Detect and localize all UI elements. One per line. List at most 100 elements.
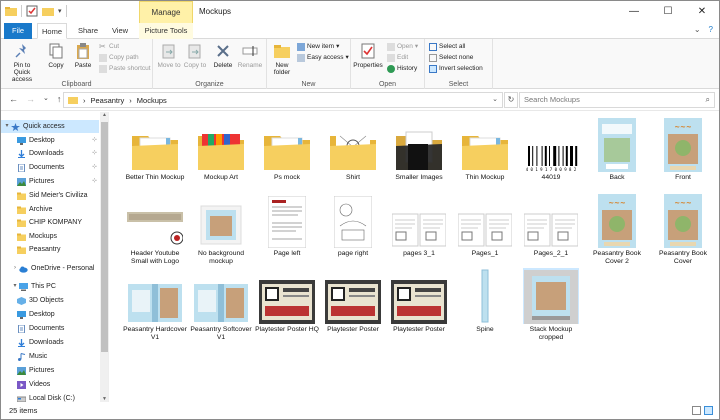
- select-all-button[interactable]: Select all: [429, 42, 465, 52]
- sidebar-item[interactable]: ▾ This PC: [1, 280, 99, 293]
- breadcrumb-item[interactable]: Mockups: [137, 96, 167, 105]
- sidebar-item[interactable]: Documents ⊹: [1, 161, 99, 174]
- close-button[interactable]: ✕: [685, 1, 719, 23]
- back-arrow-icon[interactable]: ←: [9, 94, 18, 104]
- chevron-icon[interactable]: ▾: [3, 120, 11, 133]
- chevron-down-icon[interactable]: ⌄: [492, 95, 498, 103]
- tab-view[interactable]: View: [107, 23, 133, 39]
- file-item[interactable]: Smaller Images: [387, 116, 451, 182]
- chevron-icon[interactable]: ▾: [11, 280, 19, 293]
- file-item[interactable]: Better Thin Mockup: [123, 116, 187, 182]
- file-item[interactable]: Pages_2_1: [519, 192, 583, 258]
- up-arrow-icon[interactable]: ↑: [57, 94, 62, 104]
- sidebar-item[interactable]: Downloads ⊹: [1, 147, 99, 160]
- manage-context-tab[interactable]: Manage: [139, 1, 193, 23]
- sidebar-item[interactable]: Desktop ⊹: [1, 134, 99, 147]
- pin-icon[interactable]: ⊹: [92, 161, 97, 174]
- tab-home[interactable]: Home: [37, 23, 67, 39]
- file-item[interactable]: Spine: [453, 268, 517, 334]
- sidebar-item[interactable]: Sid Meier's Civiliza: [1, 189, 99, 202]
- file-item[interactable]: Mockup Art: [189, 116, 253, 182]
- sidebar-item[interactable]: Archive: [1, 203, 99, 216]
- new-item-button[interactable]: New item ▾: [297, 42, 339, 52]
- copy-to-button[interactable]: Copy to: [183, 42, 207, 69]
- file-item[interactable]: Peasantry Softcover V1: [189, 268, 253, 342]
- chevron-icon[interactable]: ›: [11, 262, 19, 275]
- file-item[interactable]: Ps mock: [255, 116, 319, 182]
- details-view-button[interactable]: [692, 406, 701, 415]
- file-item[interactable]: Thin Mockup: [453, 116, 517, 182]
- file-item[interactable]: Back: [585, 116, 649, 182]
- paste-shortcut-button[interactable]: Paste shortcut: [99, 64, 151, 74]
- file-item[interactable]: Header Youtube Small with Logo: [123, 192, 187, 266]
- scroll-up-icon[interactable]: ▲: [100, 112, 108, 118]
- tab-file[interactable]: File: [4, 23, 32, 39]
- file-item[interactable]: Playtester Poster: [321, 268, 385, 334]
- refresh-button[interactable]: ↻: [504, 92, 518, 108]
- sidebar-item[interactable]: Downloads: [1, 336, 99, 349]
- new-folder-button[interactable]: New folder: [269, 42, 295, 76]
- file-item[interactable]: Playtester Poster HQ: [255, 268, 319, 334]
- file-item[interactable]: No background mockup: [189, 192, 253, 266]
- forward-arrow-icon[interactable]: →: [26, 94, 35, 104]
- open-button[interactable]: Open ▾: [387, 42, 418, 52]
- file-item[interactable]: Pages_1: [453, 192, 517, 258]
- sidebar-item[interactable]: Videos: [1, 378, 99, 391]
- file-item[interactable]: Stack Mockup cropped: [519, 268, 583, 342]
- copy-path-button[interactable]: Copy path: [99, 53, 139, 63]
- sidebar-item[interactable]: Local Disk (C:): [1, 392, 99, 402]
- sidebar-item[interactable]: › OneDrive - Personal: [1, 262, 99, 275]
- cut-button[interactable]: ✂ Cut: [99, 42, 119, 52]
- file-item[interactable]: ~~~ Front: [651, 116, 715, 182]
- edit-button[interactable]: Edit: [387, 53, 408, 63]
- sidebar-item[interactable]: Music: [1, 350, 99, 363]
- paste-button[interactable]: Paste: [71, 42, 95, 69]
- rename-button[interactable]: Rename: [237, 42, 263, 69]
- file-item[interactable]: ~~~ Peasantry Book Cover 2: [585, 192, 649, 266]
- large-icons-view-button[interactable]: [704, 406, 713, 415]
- tab-share[interactable]: Share: [73, 23, 103, 39]
- nav-scrollbar[interactable]: ▲ ▼: [100, 112, 108, 402]
- sidebar-item[interactable]: Pictures ⊹: [1, 175, 99, 188]
- file-item[interactable]: pages 3_1: [387, 192, 451, 258]
- pin-icon[interactable]: ⊹: [92, 175, 97, 188]
- sidebar-item[interactable]: Documents: [1, 322, 99, 335]
- properties-icon[interactable]: [26, 5, 38, 17]
- breadcrumb-item[interactable]: Peasantry: [91, 96, 125, 105]
- delete-button[interactable]: Delete: [211, 42, 235, 69]
- maximize-button[interactable]: ☐: [651, 1, 685, 23]
- properties-button[interactable]: Properties: [353, 42, 383, 69]
- file-item[interactable]: Playtester Poster: [387, 268, 451, 334]
- sidebar-item[interactable]: Peasantry: [1, 243, 99, 256]
- chevron-down-icon[interactable]: ⌄: [694, 25, 701, 34]
- pin-icon[interactable]: ⊹: [92, 147, 97, 160]
- copy-button[interactable]: Copy: [45, 42, 67, 69]
- file-item[interactable]: Shirt: [321, 116, 385, 182]
- sidebar-item[interactable]: Mockups: [1, 230, 99, 243]
- pin-to-quick-access-button[interactable]: Pin to Quick access: [5, 42, 39, 83]
- move-to-button[interactable]: Move to: [157, 42, 181, 69]
- minimize-button[interactable]: —: [617, 1, 651, 23]
- sidebar-item[interactable]: 3D Objects: [1, 294, 99, 307]
- help-icon[interactable]: ?: [709, 25, 713, 34]
- file-item[interactable]: 4 0 1 9 1 7 0 0 9 8 2 44019: [519, 116, 583, 182]
- scroll-thumb[interactable]: [101, 122, 108, 352]
- pin-icon[interactable]: ⊹: [92, 134, 97, 147]
- easy-access-button[interactable]: Easy access ▾: [297, 53, 349, 63]
- file-item[interactable]: Peasantry Hardcover V1: [123, 268, 187, 342]
- recent-chevron-icon[interactable]: ⌄: [43, 94, 49, 104]
- sidebar-item[interactable]: ▾ Quick access: [1, 120, 99, 133]
- tab-picture-tools[interactable]: Picture Tools: [139, 23, 193, 39]
- sidebar-item[interactable]: Pictures: [1, 364, 99, 377]
- chevron-down-icon[interactable]: ▾: [58, 7, 62, 15]
- file-item[interactable]: Page left: [255, 192, 319, 258]
- history-button[interactable]: History: [387, 64, 417, 74]
- invert-selection-button[interactable]: Invert selection: [429, 64, 483, 74]
- sidebar-item[interactable]: CHIP KOMPANY: [1, 216, 99, 229]
- sidebar-item[interactable]: Desktop: [1, 308, 99, 321]
- new-folder-icon[interactable]: [42, 5, 54, 17]
- file-item[interactable]: page right: [321, 192, 385, 258]
- select-none-button[interactable]: Select none: [429, 53, 473, 63]
- file-item[interactable]: ~~~ Peasantry Book Cover: [651, 192, 715, 266]
- search-input[interactable]: Search Mockups ⌕: [519, 92, 715, 108]
